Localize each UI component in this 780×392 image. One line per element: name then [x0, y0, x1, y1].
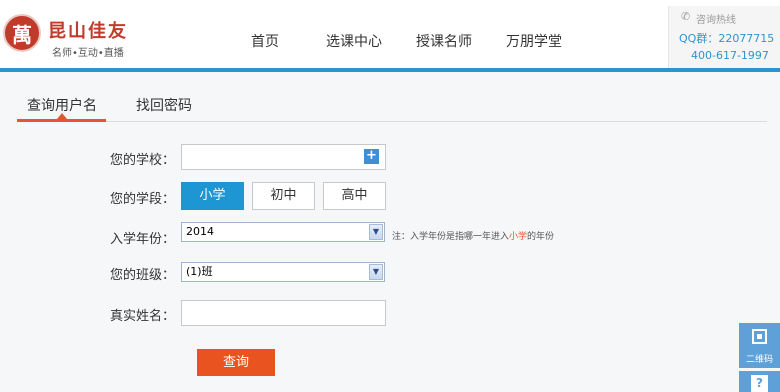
year-note-highlight: 小学 [509, 232, 528, 242]
qr-code-icon [752, 329, 767, 344]
brand-name: 昆山佳友 [48, 21, 128, 42]
help-widget[interactable]: ? [739, 371, 780, 392]
year-note-suffix: 的年份 [527, 232, 555, 242]
real-name-input[interactable] [181, 300, 386, 326]
year-label: 入学年份： [110, 232, 176, 247]
year-note: 注：入学年份是指哪一年进入小学的年份 [392, 229, 554, 242]
class-label: 您的班级： [110, 268, 176, 283]
real-name-label: 真实姓名： [110, 309, 176, 324]
query-button[interactable]: 查询 [197, 349, 275, 376]
nav-teachers[interactable]: 授课名师 [416, 31, 472, 51]
hotline-box: ✆ 咨询热线 QQ群：22077715 400-617-1997 [668, 6, 780, 68]
site-header: 萬 昆山佳友 名师•互动•直播 首页 选课中心 授课名师 万朋学堂 ✆ 咨询热线… [0, 0, 780, 72]
chevron-down-icon[interactable]: ▼ [369, 224, 383, 240]
nav-course-center[interactable]: 选课中心 [326, 31, 382, 51]
logo[interactable]: 萬 [3, 14, 41, 52]
hotline-number: 400-617-1997 [691, 49, 769, 62]
year-note-prefix: 注：入学年份是指哪一年进入 [392, 232, 510, 242]
enrollment-year-value: 2014 [186, 225, 214, 238]
tab-recover-password[interactable]: 找回密码 [136, 95, 192, 115]
hotline-label: 咨询热线 [696, 15, 736, 26]
chevron-down-icon[interactable]: ▼ [369, 264, 383, 280]
stage-label: 您的学段： [110, 192, 176, 207]
active-tab-underline [17, 119, 106, 122]
qr-code-label: 二维码 [745, 355, 773, 365]
stage-middle-button[interactable]: 初中 [252, 182, 315, 210]
tab-query-username[interactable]: 查询用户名 [27, 95, 97, 115]
school-input[interactable] [181, 144, 386, 170]
add-school-button[interactable]: + [364, 149, 379, 164]
phone-icon: ✆ [681, 10, 691, 23]
enrollment-year-select[interactable]: 2014 ▼ [181, 222, 385, 242]
qr-code-widget[interactable]: 二维码 [739, 323, 780, 368]
class-select[interactable]: (1)班 ▼ [181, 262, 385, 282]
tab-divider [17, 121, 767, 122]
nav-wanpeng-school[interactable]: 万朋学堂 [506, 31, 562, 51]
brand-tagline: 名师•互动•直播 [52, 48, 124, 59]
school-label: 您的学校： [110, 153, 176, 168]
stage-high-button[interactable]: 高中 [323, 182, 386, 210]
class-value: (1)班 [186, 265, 213, 278]
qq-group: QQ群：22077715 [679, 32, 775, 45]
stage-primary-button[interactable]: 小学 [181, 182, 244, 210]
nav-home[interactable]: 首页 [251, 31, 279, 51]
help-icon: ? [751, 375, 768, 392]
active-tab-caret-icon [57, 113, 67, 119]
